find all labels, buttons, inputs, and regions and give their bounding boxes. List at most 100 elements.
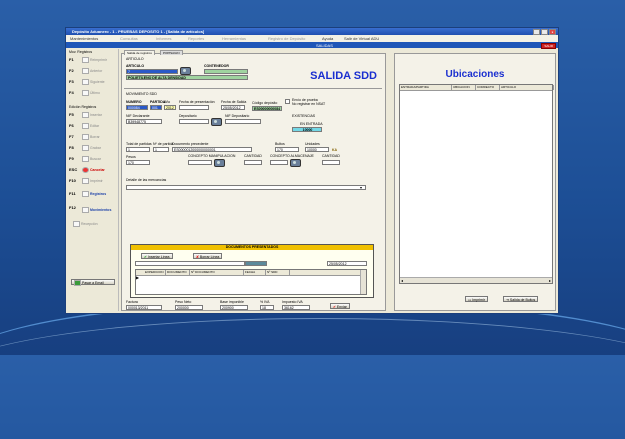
salida-bultos-button[interactable]: ⇥ Salida de Bultos [503,296,539,302]
numero-label: NUMERO [126,100,142,104]
key-esc: ESC [69,167,78,172]
nav-header-edicion: Edición Registros [69,105,97,109]
articulo-description: POLIETILENO DE ALTA DENSIDAD [126,75,248,80]
doc-type-select[interactable] [135,261,245,266]
salida-form: Salida de registros POPISAGIN ARTICULO S… [121,50,386,311]
nav-ultimo[interactable]: Último [82,90,100,96]
window-title: Depósito Aduanero - 1 - PRUEBAS DEPOSITO… [72,29,205,34]
fecha-salida-input[interactable]: 25/05/2012 [221,105,245,110]
arrow-left-icon [82,68,89,74]
enviar-button[interactable]: ✔ Enviar [330,303,350,309]
total-partidas-label: Total de partidas [126,142,152,146]
menu-ayuda[interactable]: Ayuda [322,36,333,41]
detalle-label: Detalle de las mercancías [126,178,167,182]
doc-precedente-input[interactable]: ES0000012000000000001 [172,147,252,152]
nav-buscar[interactable]: Buscar [82,156,101,162]
menu-informes[interactable]: Informes [156,36,172,41]
camera-icon-2[interactable] [211,118,222,126]
ubic-h-scrollbar[interactable]: ◂ ▸ [400,277,552,283]
nav-insertar[interactable]: Insertar [82,112,102,118]
cod-deposito-label: Código depósito [252,101,278,105]
imprimir-button[interactable]: ▭ Imprimir [465,296,488,302]
concepto-alm-input[interactable] [270,160,288,165]
insert-line-button[interactable]: ✔ Insertar Línea [141,253,173,259]
documentos-grid: EXPEDICION DOCUMENTO Nº DOCUMENTO FECHA … [135,269,367,295]
partida-input[interactable]: 001 [150,105,162,110]
bultos-label: Bultos [275,142,285,146]
anyo-label: Año [164,100,171,104]
tab-popisagin[interactable]: POPISAGIN [160,50,183,55]
nav-reimprimir[interactable]: Reimprimir [82,57,107,63]
row-pointer-icon: ▶ [136,275,140,280]
numero-input[interactable]: 000084 [126,105,148,110]
camera-icon-3[interactable] [214,159,225,167]
iva-input[interactable]: 18 [260,305,274,310]
key-f12: F12 [69,205,76,210]
menu-registro[interactable]: Registro de Depósito [268,36,305,41]
contenedor-input[interactable] [204,69,248,74]
nav-imprimir[interactable]: Imprimir [82,178,103,184]
menu-mantenimientos[interactable]: Mantenimientos [70,36,98,41]
articulo-input[interactable]: 7 [126,69,178,74]
chevron-down-icon[interactable]: ▾ [360,185,362,190]
n-partida-input[interactable]: 1 [153,147,169,152]
search-icon [82,156,89,162]
depositario-input[interactable] [179,119,209,124]
base-input[interactable]: 200900 [220,305,248,310]
app-window: Depósito Aduanero - 1 - PRUEBAS DEPOSITO… [65,27,559,314]
email-button[interactable]: Pasar a Email [71,279,115,287]
factura-input[interactable]: 000013/2011 [126,305,162,310]
pesos-input[interactable]: 170 [126,160,150,165]
doc-date-input[interactable]: 25/05/2012 [327,261,367,266]
left-nav: Mov. Registros F1 Reimprimir F2 Anterior… [68,49,119,311]
salir-button[interactable]: SALIR [541,43,556,49]
cantidad-input[interactable] [244,160,262,165]
nav-registros[interactable]: Registros [82,191,106,197]
iva-label: % IVA [260,300,270,304]
key-f1: F1 [69,57,74,62]
nav-movimientos[interactable]: Movimientos [82,207,111,213]
cantidad2-input[interactable] [322,160,340,165]
nav-editar[interactable]: Editar [82,123,99,129]
cancel-icon [82,167,89,173]
nav-grabar[interactable]: Grabar [82,145,101,151]
nav-borrar[interactable]: Borrar [82,134,100,140]
grid-scrollbar[interactable] [360,270,366,294]
bultos-input[interactable]: 170 [275,147,299,152]
menu-herramientas[interactable]: Herramientas [222,36,246,41]
pesos-label: Pesos [126,155,136,159]
cod-deposito-input[interactable]: ES00000000084 [252,106,282,111]
nif-depositario-input[interactable] [225,119,261,124]
peso-neto-input[interactable]: 200000 [175,305,203,310]
total-partidas-input[interactable]: 1 [126,147,150,152]
nav-siguiente[interactable]: Siguiente [82,79,105,85]
concepto-manip-input[interactable] [188,160,212,165]
nav-anterior[interactable]: Anterior [82,68,102,74]
nif-declarante-input[interactable]: B39948775 [126,119,162,124]
edit-icon [82,123,89,129]
impuesto-input[interactable]: 36162 [282,305,310,310]
nav-cancelar[interactable]: Cancelar [82,167,105,173]
menu-salir[interactable]: Salir de Virtual ADU [344,36,379,41]
tab-salida[interactable]: Salida de registros [124,50,155,55]
nif-declarante-label: NIF Declarante [126,114,150,118]
camera-icon-4[interactable] [290,159,301,167]
camera-icon[interactable] [180,67,191,75]
delete-line-button[interactable]: ✘ Borrar Línea [193,253,223,259]
scroll-right-icon[interactable]: ▸ [549,278,551,283]
doc-number-input[interactable] [245,261,267,266]
nav-recepcion[interactable]: Recepción [73,221,98,227]
unidades-label: Unidades [305,142,320,146]
divider [124,88,382,89]
detalle-select[interactable] [126,185,366,190]
unidades-input[interactable]: 10000 [305,147,329,152]
peso-neto-label: Peso Neto [175,300,192,304]
menu-reportes[interactable]: Reportes [188,36,204,41]
scroll-left-icon[interactable]: ◂ [401,278,403,283]
menu-consultas[interactable]: Consultas [120,36,138,41]
documentos-header: DOCUMENTOS PRESENTADOS [131,245,373,250]
fecha-pres-input[interactable] [179,105,209,110]
page-title: SALIDA SDD [310,70,377,82]
anyo-input[interactable]: 2012 [164,105,176,110]
envio-checkbox[interactable] [285,99,290,104]
